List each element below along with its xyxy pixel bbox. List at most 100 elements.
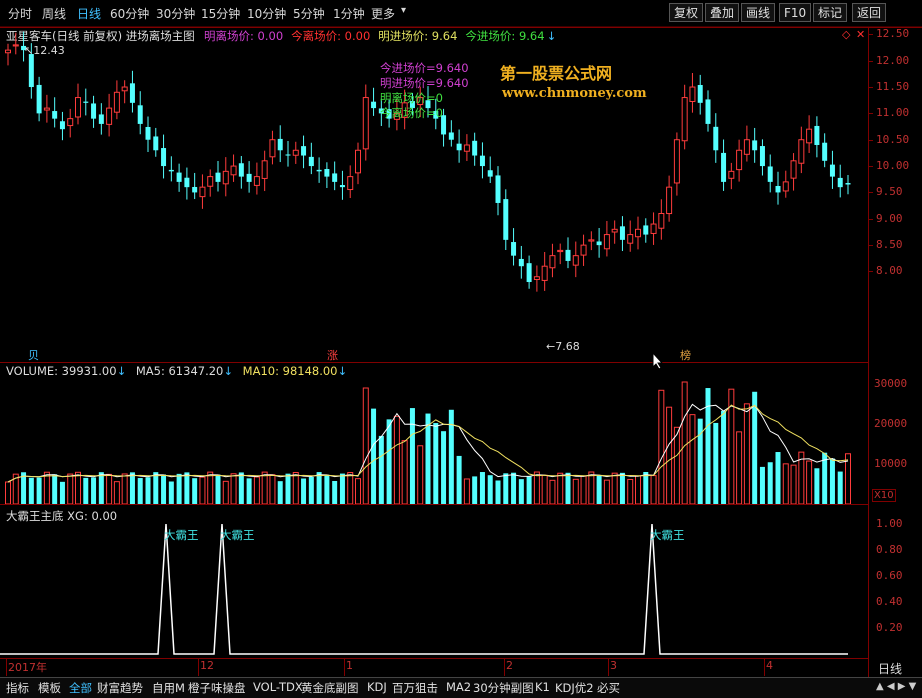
candle-body: [526, 263, 532, 283]
volume-bar: [386, 419, 392, 504]
candle-body: [736, 149, 743, 171]
candle-body: [339, 185, 345, 188]
bottom-tab-9[interactable]: 百万狙击: [392, 680, 438, 696]
volume-bar: [332, 480, 338, 504]
toolbar-button-5[interactable]: 返回: [852, 3, 887, 22]
candle-body: [207, 176, 214, 187]
toolbar-button-2[interactable]: 画线: [741, 3, 776, 22]
high-price-label: ↖12.43: [24, 44, 65, 57]
volume-bar: [627, 478, 634, 504]
tab-period-2[interactable]: 日线: [77, 5, 101, 22]
candle-body: [798, 139, 805, 164]
tab-period-0[interactable]: 分时: [8, 5, 32, 22]
date-tickmark: [344, 658, 345, 676]
candle-body: [168, 169, 174, 172]
bottom-tab-13[interactable]: KDJ优2: [555, 680, 594, 696]
candle-body: [75, 97, 81, 118]
more-chevron-icon[interactable]: ▾: [401, 5, 406, 16]
tab-period-3[interactable]: 60分钟: [110, 5, 149, 22]
candle-body: [635, 228, 641, 238]
candle-body: [199, 186, 206, 198]
bottom-tab-12[interactable]: K1: [535, 680, 550, 694]
tab-period-9[interactable]: 更多: [371, 5, 395, 22]
volume-bar: [806, 460, 813, 504]
volume-chart[interactable]: [0, 364, 868, 504]
top-toolbar: 分时 周线 日线 60分钟 30分钟 15分钟 10分钟 5分钟 1分钟 更多 ▾ 复权 叠加 画线 F1…: [0, 0, 922, 27]
bottom-tab-1[interactable]: 模板: [38, 680, 61, 696]
period-label: 日线: [878, 662, 903, 676]
indicator-xg-line: [0, 523, 848, 655]
candle-body: [658, 213, 665, 229]
toolbar-button-4[interactable]: 标记: [813, 3, 848, 22]
bottom-tab-6[interactable]: VOL-TDX: [253, 680, 303, 694]
price-tickmark: [868, 60, 873, 62]
tab-period-8[interactable]: 1分钟: [333, 5, 365, 22]
indicator-peak-label-0: 大霸王: [164, 528, 199, 542]
bottom-tab-10[interactable]: MA2: [446, 680, 471, 694]
bottom-tab-7[interactable]: 黄金底副图: [301, 680, 359, 696]
bottom-tab-14[interactable]: 必买: [597, 680, 620, 696]
candle-body: [697, 84, 703, 103]
candle-body: [52, 111, 58, 119]
tab-period-4[interactable]: 30分钟: [156, 5, 195, 22]
volume-bar: [378, 435, 384, 504]
candle-body: [238, 163, 244, 177]
volume-bar: [401, 440, 408, 504]
frame-divider-xaxis: [0, 658, 868, 659]
bottom-tab-4[interactable]: 自用M: [152, 680, 185, 696]
candle-body: [681, 97, 688, 142]
volume-bar: [277, 481, 283, 504]
tab-period-6[interactable]: 10分钟: [247, 5, 286, 22]
bottom-tab-11[interactable]: 30分钟副图: [473, 680, 534, 696]
volume-bar: [619, 472, 625, 504]
candle-body: [332, 173, 338, 182]
volume-bar: [782, 463, 789, 504]
volume-bar: [301, 478, 307, 504]
candle-body: [829, 164, 835, 177]
toolbar-button-3[interactable]: F10: [779, 3, 812, 22]
candle-body: [448, 132, 454, 140]
bottom-tab-0[interactable]: 指标: [6, 680, 29, 696]
volume-bar: [292, 471, 299, 504]
volume-bar: [52, 474, 58, 504]
bottom-tab-8[interactable]: KDJ: [367, 680, 387, 694]
price-tickmark: [868, 113, 873, 115]
candle-body: [106, 107, 113, 125]
tab-period-5[interactable]: 15分钟: [201, 5, 240, 22]
volume-bar: [129, 472, 135, 504]
candle-body: [806, 128, 813, 144]
candle-body: [113, 91, 120, 113]
volume-bar: [441, 431, 447, 504]
candle-body: [192, 186, 198, 193]
bottom-tab-bar: 指标 模板 全部 财富趋势 自用M 橙子味操盘 VOL-TDX 黄金底副图 KDJ 百万狙击 MA2…: [0, 677, 922, 698]
bottom-tab-2[interactable]: 全部: [69, 680, 92, 696]
bottom-tab-3[interactable]: 财富趋势: [97, 680, 143, 696]
volume-bar: [775, 452, 781, 504]
volume-bar: [91, 477, 97, 504]
indicator-tick-4: 0.20: [876, 621, 903, 634]
volume-bar: [5, 481, 11, 504]
candle-body: [790, 160, 797, 179]
candle-body: [619, 226, 625, 240]
candle-body: [36, 84, 42, 114]
indicator-chart[interactable]: [0, 506, 868, 658]
volume-tick-0: 30000: [874, 377, 908, 390]
volume-bar: [238, 472, 244, 504]
date-tickmark: [198, 658, 199, 676]
candle-body: [767, 166, 773, 182]
candle-body: [837, 177, 843, 188]
price-tickmark: [868, 139, 873, 141]
price-tickmark: [868, 192, 873, 194]
scroll-arrows[interactable]: ▲ ◀ ▶ ▼: [876, 681, 916, 692]
tab-period-7[interactable]: 5分钟: [293, 5, 325, 22]
toolbar-button-0[interactable]: 复权: [669, 3, 704, 22]
volume-bar: [137, 478, 143, 504]
candle-body: [463, 144, 470, 152]
price-tick-8: 8.50: [876, 238, 903, 252]
bottom-tab-5[interactable]: 橙子味操盘: [188, 680, 246, 696]
volume-bar: [526, 476, 532, 504]
frame-divider-volume: [0, 362, 868, 363]
toolbar-button-1[interactable]: 叠加: [705, 3, 740, 22]
date-tick-1: 12: [200, 659, 214, 672]
tab-period-1[interactable]: 周线: [42, 5, 66, 22]
